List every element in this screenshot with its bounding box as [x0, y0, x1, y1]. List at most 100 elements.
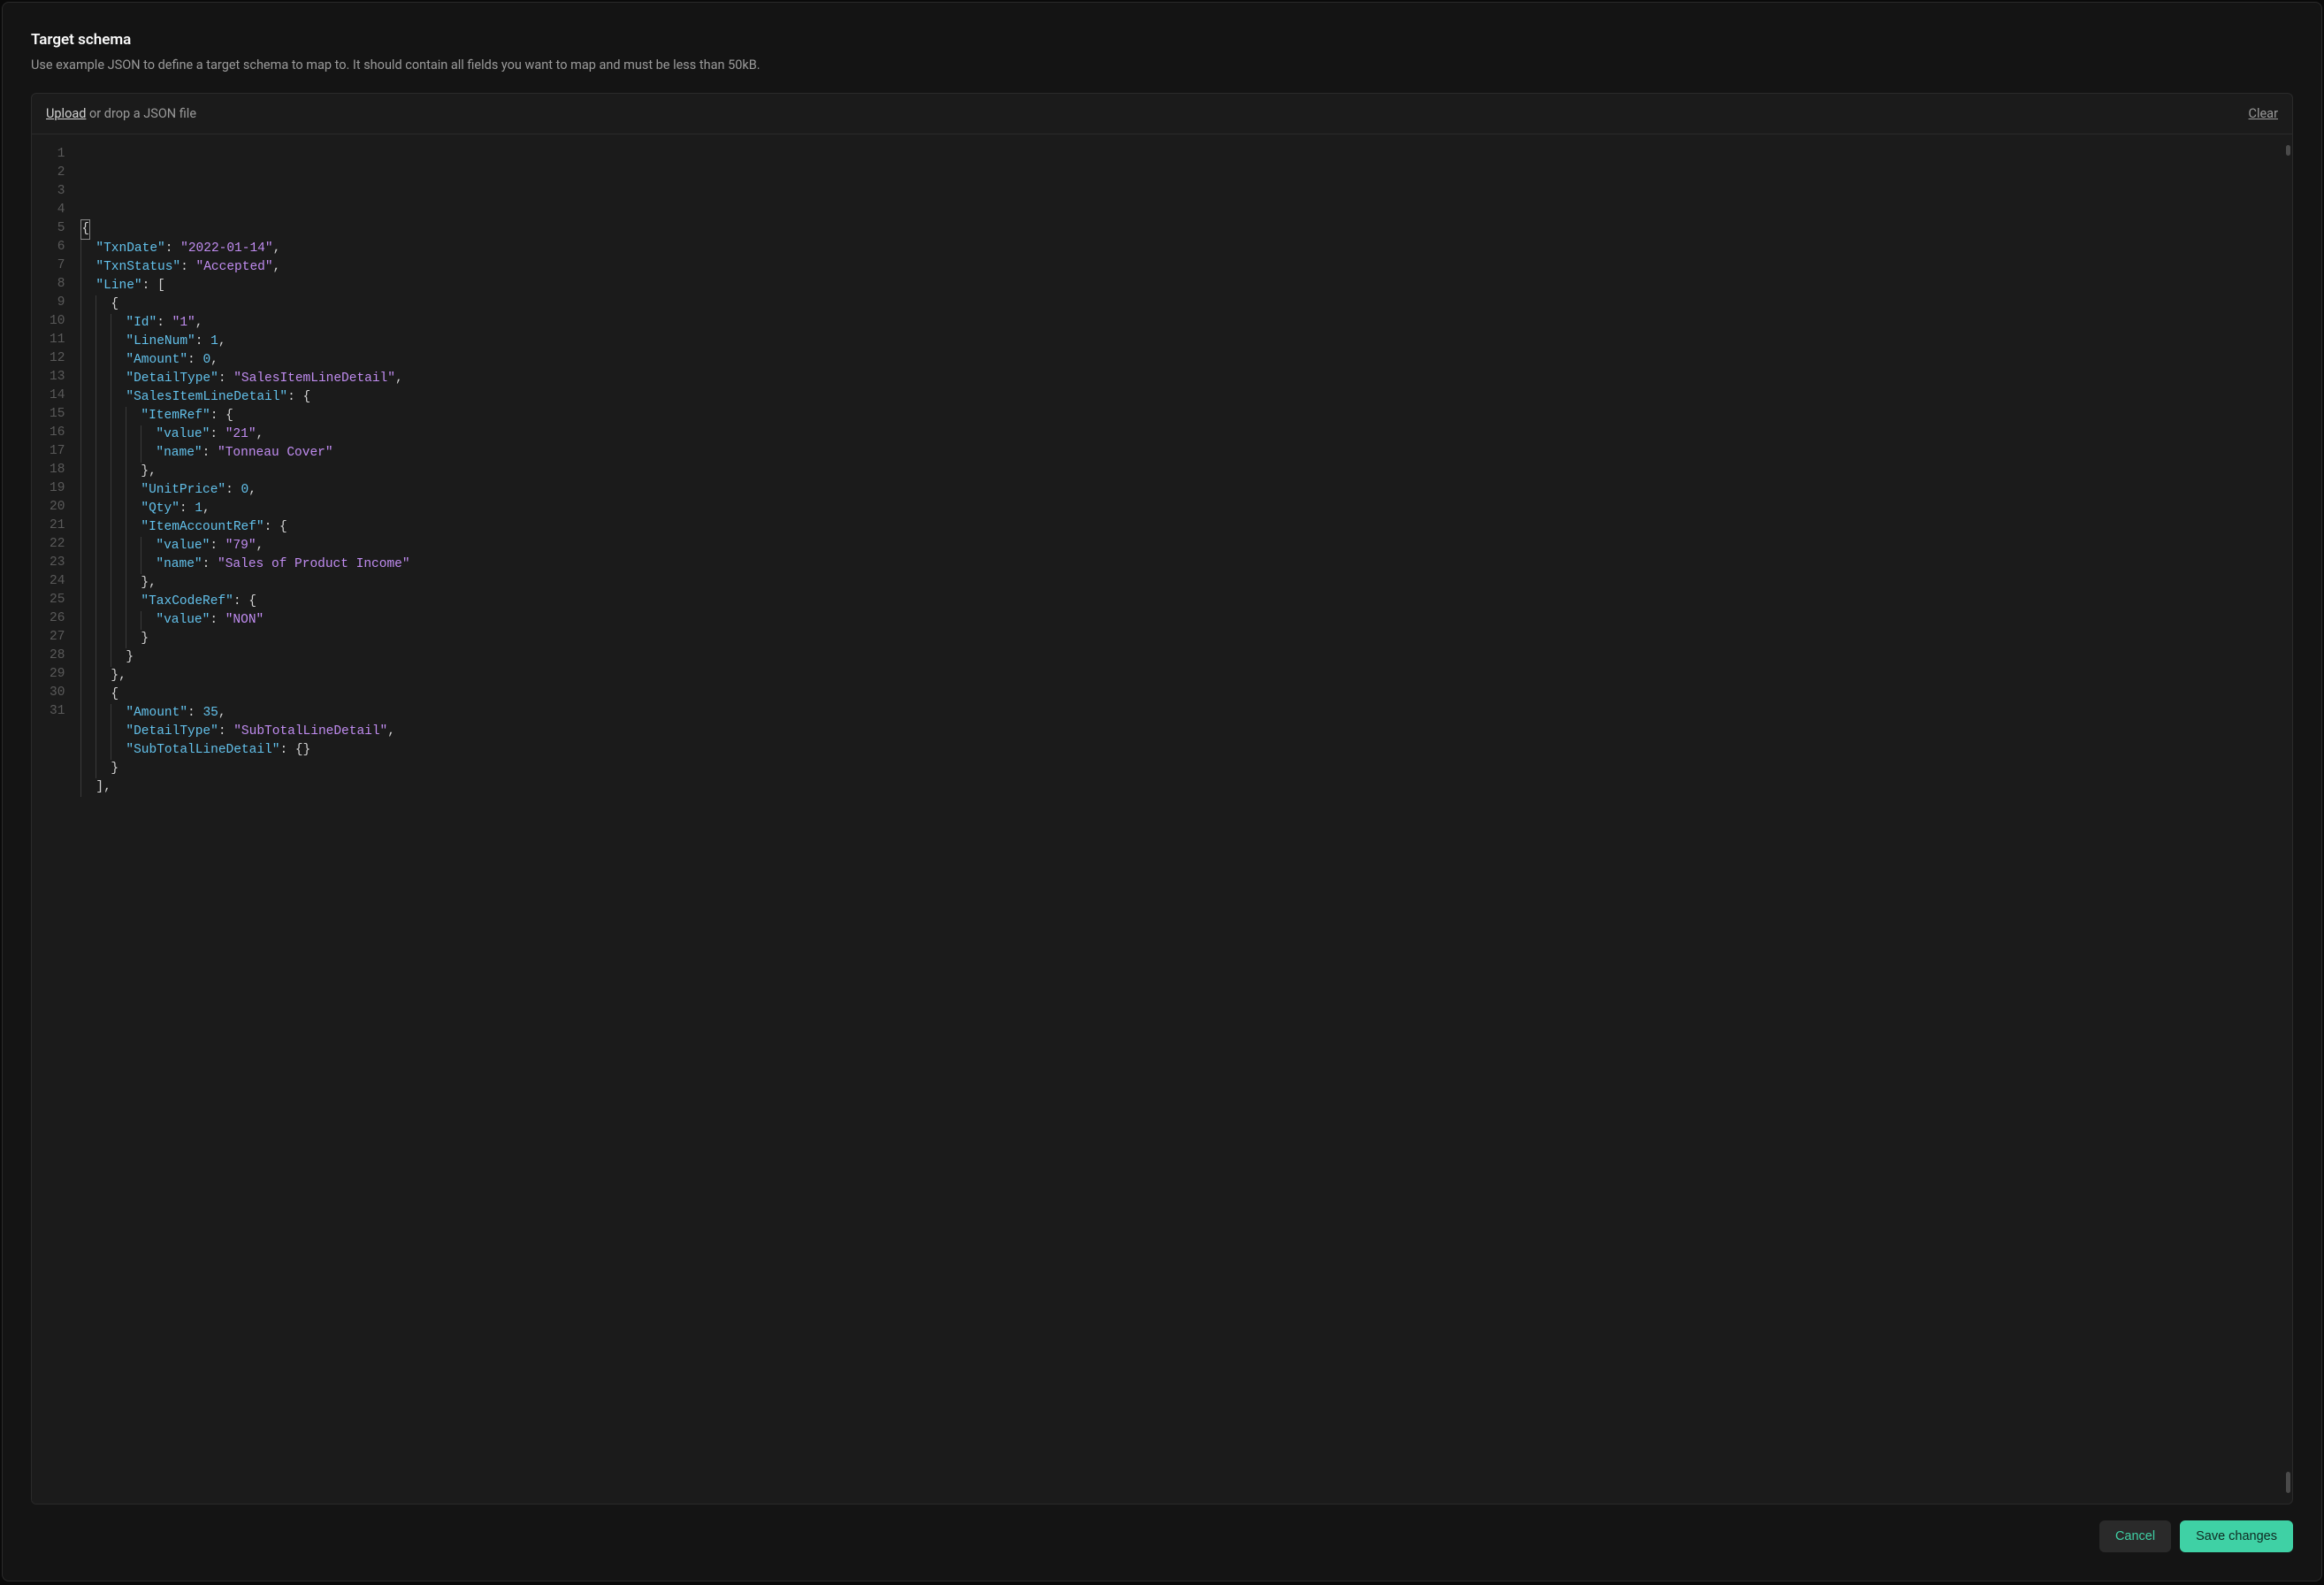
token-num: 1 — [210, 334, 218, 348]
token-punct: }, — [141, 464, 156, 479]
token-str: "NON" — [226, 613, 264, 627]
upload-bar[interactable]: Upload or drop a JSON file Clear — [31, 93, 2293, 134]
upload-drop-label: Upload or drop a JSON file — [46, 106, 196, 121]
code-line: } — [77, 760, 2292, 778]
line-number: 9 — [32, 294, 77, 312]
token-punct: : — [157, 316, 172, 330]
code-line: "Line": [ — [77, 277, 2292, 295]
token-num: 0 — [241, 483, 249, 497]
token-punct: , — [210, 353, 218, 367]
line-number: 21 — [32, 517, 77, 535]
token-punct: , — [273, 241, 281, 256]
token-punct: } — [111, 762, 118, 776]
token-key: "Qty" — [141, 502, 180, 516]
token-punct: : — [187, 706, 203, 720]
token-punct: }, — [111, 669, 126, 683]
clear-link[interactable]: Clear — [2249, 106, 2278, 121]
code-area[interactable]: {"TxnDate": "2022-01-14","TxnStatus": "A… — [77, 134, 2292, 1504]
token-key: "SalesItemLineDetail" — [126, 390, 287, 404]
code-line: "DetailType": "SalesItemLineDetail", — [77, 370, 2292, 388]
token-key: "UnitPrice" — [141, 483, 226, 497]
line-number: 15 — [32, 405, 77, 424]
line-number: 30 — [32, 684, 77, 702]
line-number: 11 — [32, 331, 77, 349]
token-key: "ItemAccountRef" — [141, 520, 264, 534]
line-number: 16 — [32, 424, 77, 442]
token-punct: : { — [233, 594, 256, 609]
line-number: 24 — [32, 572, 77, 591]
token-punct: : — [187, 353, 203, 367]
token-str: "Tonneau Cover" — [218, 446, 333, 460]
line-number: 17 — [32, 442, 77, 461]
code-line: "SubTotalLineDetail": {} — [77, 741, 2292, 760]
code-line: { — [77, 295, 2292, 314]
token-punct: , — [218, 334, 226, 348]
token-key: "value" — [156, 613, 210, 627]
code-line: "Amount": 0, — [77, 351, 2292, 370]
line-number: 1 — [32, 145, 77, 164]
token-punct: : {} — [279, 743, 310, 757]
token-num: 1 — [195, 502, 203, 516]
token-key: "DetailType" — [126, 724, 218, 739]
token-punct: : — [218, 371, 233, 386]
token-punct: , — [387, 724, 395, 739]
token-punct: : { — [264, 520, 287, 534]
code-line: ], — [77, 778, 2292, 797]
token-key: "TxnDate" — [96, 241, 164, 256]
modal-subtitle: Use example JSON to define a target sche… — [31, 56, 2293, 75]
token-key: "name" — [156, 446, 202, 460]
code-line: }, — [77, 574, 2292, 593]
token-punct: : — [195, 334, 210, 348]
line-number: 28 — [32, 647, 77, 665]
line-number: 7 — [32, 257, 77, 275]
code-line: "TxnDate": "2022-01-14", — [77, 240, 2292, 258]
token-key: "Amount" — [126, 353, 187, 367]
token-key: "Line" — [96, 279, 141, 293]
upload-link[interactable]: Upload — [46, 106, 86, 121]
cursor: { — [80, 219, 90, 240]
line-number: 27 — [32, 628, 77, 647]
code-line: "value": "21", — [77, 425, 2292, 444]
line-number: 19 — [32, 479, 77, 498]
line-number: 26 — [32, 609, 77, 628]
modal-footer: Cancel Save changes — [31, 1505, 2293, 1552]
line-number: 29 — [32, 665, 77, 684]
line-number: 5 — [32, 219, 77, 238]
code-line: "value": "NON" — [77, 611, 2292, 630]
line-number: 14 — [32, 387, 77, 405]
token-key: "name" — [156, 557, 202, 571]
token-num: 35 — [203, 706, 218, 720]
token-str: "Accepted" — [196, 260, 273, 274]
drop-text: or drop a JSON file — [86, 106, 196, 121]
line-number: 3 — [32, 182, 77, 201]
token-punct: : — [210, 613, 225, 627]
json-editor[interactable]: 1234567891011121314151617181920212223242… — [31, 134, 2293, 1505]
token-punct: } — [141, 632, 149, 646]
line-number: 4 — [32, 201, 77, 219]
token-punct: , — [248, 483, 256, 497]
scrollbar-thumb-top[interactable] — [2286, 145, 2290, 156]
token-punct: : { — [287, 390, 310, 404]
code-line: "TaxCodeRef": { — [77, 593, 2292, 611]
token-punct: : — [226, 483, 241, 497]
token-str: "1" — [172, 316, 195, 330]
token-str: "21" — [226, 427, 256, 441]
modal-title: Target schema — [31, 31, 2293, 49]
code-line: "LineNum": 1, — [77, 333, 2292, 351]
token-str: "Sales of Product Income" — [218, 557, 410, 571]
cancel-button[interactable]: Cancel — [2099, 1520, 2171, 1552]
scrollbar-thumb-bottom[interactable] — [2286, 1472, 2290, 1493]
line-number: 20 — [32, 498, 77, 517]
code-line: "Id": "1", — [77, 314, 2292, 333]
token-str: "SubTotalLineDetail" — [233, 724, 387, 739]
line-number: 18 — [32, 461, 77, 479]
code-line: { — [77, 219, 2292, 240]
line-gutter: 1234567891011121314151617181920212223242… — [32, 134, 77, 1504]
code-line: "name": "Sales of Product Income" — [77, 555, 2292, 574]
save-button[interactable]: Save changes — [2180, 1520, 2293, 1552]
token-punct: : — [180, 502, 195, 516]
token-punct: : — [180, 260, 195, 274]
token-punct: : [ — [142, 279, 165, 293]
token-punct: : { — [210, 409, 233, 423]
token-punct: : — [203, 557, 218, 571]
